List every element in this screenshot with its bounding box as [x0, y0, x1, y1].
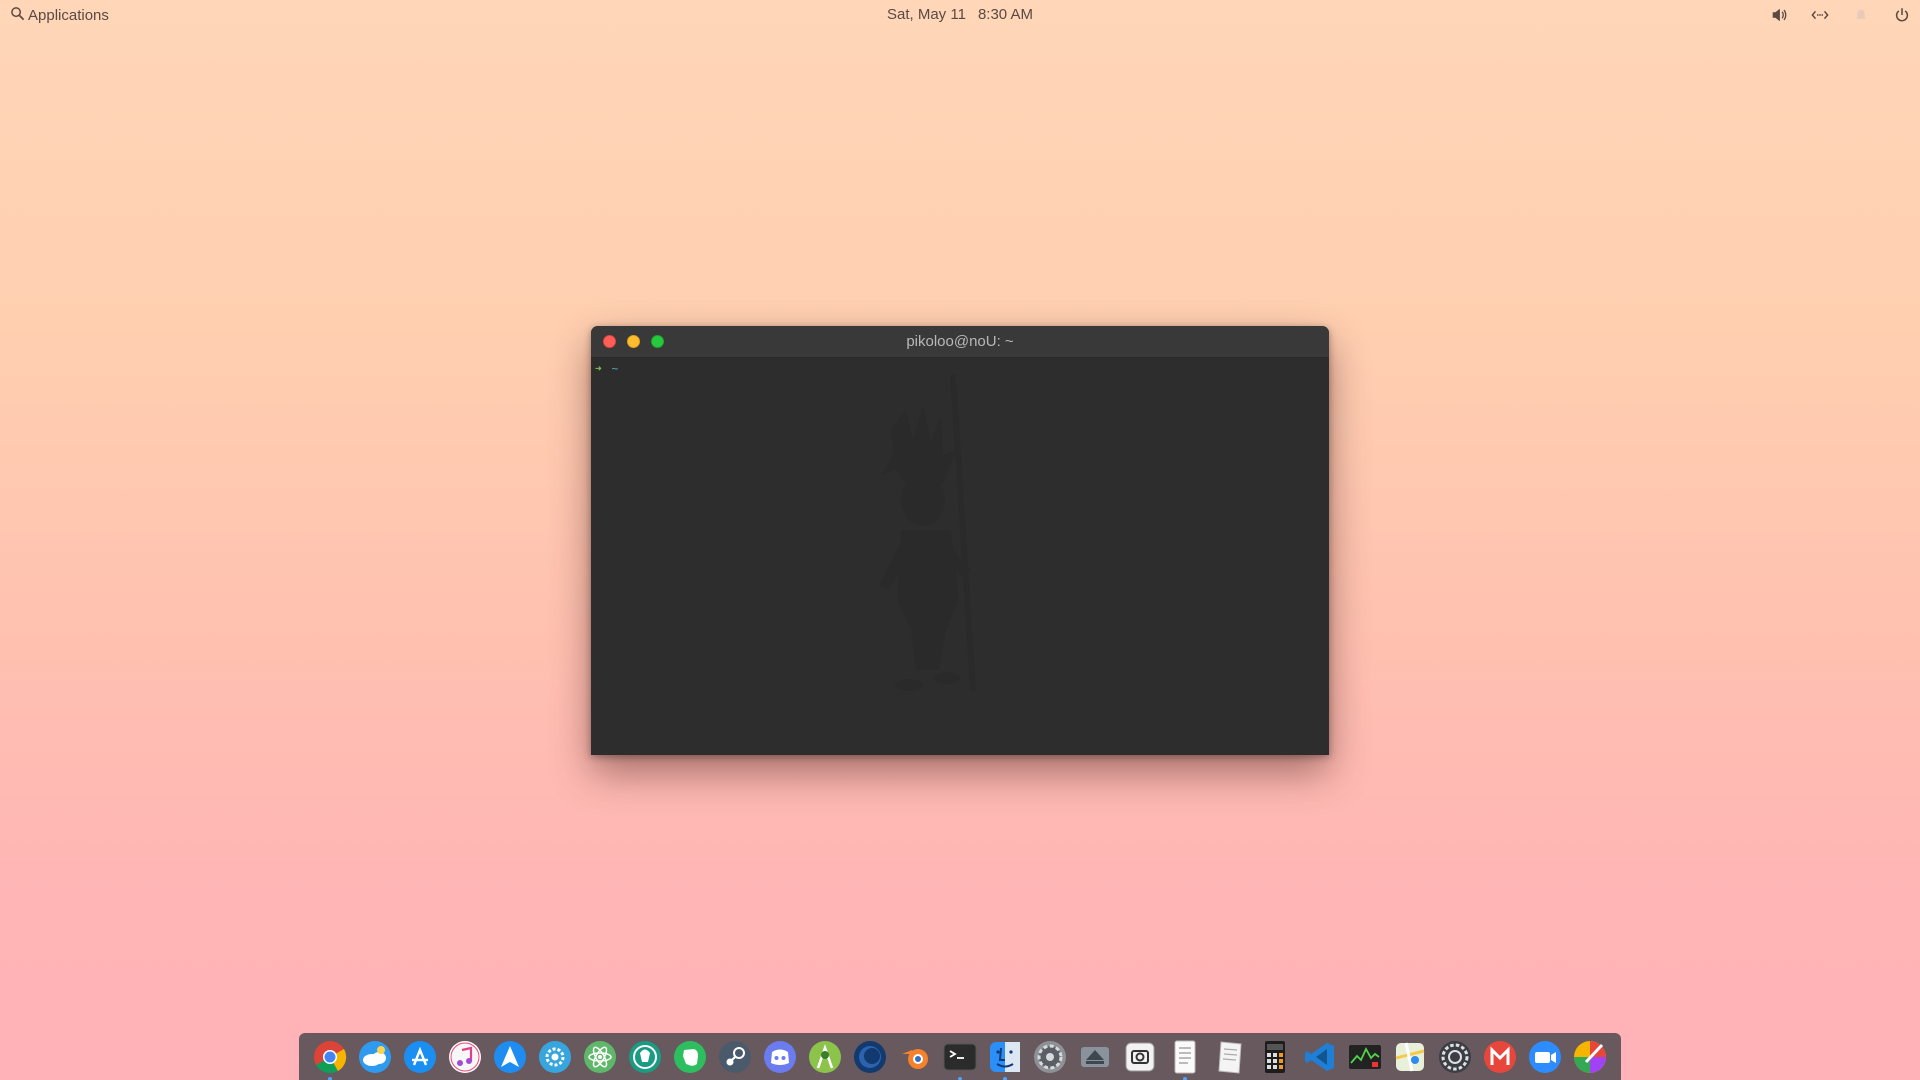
zoom-icon	[1526, 1038, 1564, 1076]
dock-item-blender[interactable]	[896, 1038, 934, 1076]
clock-time[interactable]: 8:30 AM	[978, 6, 1033, 23]
music-icon	[446, 1038, 484, 1076]
drive-icon	[1076, 1038, 1114, 1076]
applications-label: Applications	[28, 6, 109, 24]
color-picker-icon	[1571, 1038, 1609, 1076]
applications-button[interactable]: Applications	[10, 4, 109, 26]
dock-item-system-settings[interactable]	[1031, 1038, 1069, 1076]
eclipse-icon	[851, 1038, 889, 1076]
network-icon[interactable]	[1809, 5, 1830, 26]
dock-item-drive[interactable]	[1076, 1038, 1114, 1076]
prompt-directory: ~	[611, 362, 619, 375]
top-panel: Applications Sat, May 11 8:30 AM	[0, 0, 1920, 30]
screenshot-icon	[1121, 1038, 1159, 1076]
dock-item-app-store[interactable]	[401, 1038, 439, 1076]
dock-item-music[interactable]	[446, 1038, 484, 1076]
dock-item-cloud-weather[interactable]	[356, 1038, 394, 1076]
app-store-icon	[401, 1038, 439, 1076]
running-indicator	[328, 1076, 332, 1080]
vscode-icon	[1301, 1038, 1339, 1076]
search-icon	[10, 6, 25, 25]
shell-prompt: ➜ ~	[595, 362, 618, 375]
dock-item-system-monitor[interactable]	[1346, 1038, 1384, 1076]
running-indicator	[958, 1076, 962, 1080]
dock-item-evernote[interactable]	[671, 1038, 709, 1076]
clock-date[interactable]: Sat, May 11	[887, 6, 966, 23]
evernote-icon	[671, 1038, 709, 1076]
dock-item-atom[interactable]	[581, 1038, 619, 1076]
blender-icon	[896, 1038, 934, 1076]
dock-item-calculator[interactable]	[1256, 1038, 1294, 1076]
background-watermark-icon	[879, 374, 976, 691]
dock-item-chrome[interactable]	[311, 1038, 349, 1080]
dock-item-gmail[interactable]	[1481, 1038, 1519, 1076]
dock-item-notes[interactable]	[1166, 1038, 1204, 1080]
steam-icon	[716, 1038, 754, 1076]
chrome-icon	[311, 1038, 349, 1076]
preferences-icon	[1436, 1038, 1474, 1076]
dock-item-send-arrow[interactable]	[491, 1038, 529, 1076]
dock-item-maps[interactable]	[1391, 1038, 1429, 1076]
dock-item-steam[interactable]	[716, 1038, 754, 1076]
system-tray	[1768, 3, 1912, 27]
window-title: pikoloo@noU: ~	[906, 333, 1014, 350]
finder-icon	[986, 1038, 1024, 1076]
dock-item-preferences[interactable]	[1436, 1038, 1474, 1076]
dock-item-android-studio[interactable]	[806, 1038, 844, 1076]
cloud-weather-icon	[356, 1038, 394, 1076]
clock: Sat, May 11 8:30 AM	[0, 6, 1920, 23]
notes-icon	[1166, 1038, 1204, 1076]
calculator-icon	[1256, 1038, 1294, 1076]
gmail-icon	[1481, 1038, 1519, 1076]
system-settings-icon	[1031, 1038, 1069, 1076]
gitkraken-icon	[626, 1038, 664, 1076]
terminal-titlebar[interactable]: pikoloo@noU: ~	[591, 326, 1329, 358]
dock-item-gitkraken[interactable]	[626, 1038, 664, 1076]
atom-icon	[581, 1038, 619, 1076]
running-indicator	[1003, 1076, 1007, 1080]
dock-item-eclipse[interactable]	[851, 1038, 889, 1076]
maps-icon	[1391, 1038, 1429, 1076]
dock-item-discord[interactable]	[761, 1038, 799, 1076]
close-button[interactable]	[603, 335, 616, 348]
terminal-body[interactable]: ➜ ~	[591, 358, 1329, 755]
dock	[299, 1033, 1621, 1080]
discord-icon	[761, 1038, 799, 1076]
dock-item-gear-blue[interactable]	[536, 1038, 574, 1076]
dock-item-terminal[interactable]	[941, 1038, 979, 1080]
dock-item-screenshot[interactable]	[1121, 1038, 1159, 1076]
power-icon[interactable]	[1891, 5, 1912, 26]
android-studio-icon	[806, 1038, 844, 1076]
minimize-button[interactable]	[627, 335, 640, 348]
running-indicator	[1183, 1076, 1187, 1080]
prompt-arrow: ➜	[595, 362, 602, 375]
send-arrow-icon	[491, 1038, 529, 1076]
volume-icon[interactable]	[1768, 5, 1789, 26]
dock-item-vscode[interactable]	[1301, 1038, 1339, 1076]
notifications-icon[interactable]	[1850, 5, 1871, 26]
gear-blue-icon	[536, 1038, 574, 1076]
system-monitor-icon	[1346, 1038, 1384, 1076]
terminal-icon	[941, 1038, 979, 1076]
maximize-button[interactable]	[651, 335, 664, 348]
dock-item-zoom[interactable]	[1526, 1038, 1564, 1076]
dock-item-color-picker[interactable]	[1571, 1038, 1609, 1076]
terminal-window[interactable]: pikoloo@noU: ~ ➜ ~	[591, 326, 1329, 755]
dock-item-finder[interactable]	[986, 1038, 1024, 1080]
text-editor-icon	[1211, 1038, 1249, 1076]
dock-item-text-editor[interactable]	[1211, 1038, 1249, 1076]
window-controls	[603, 335, 664, 348]
